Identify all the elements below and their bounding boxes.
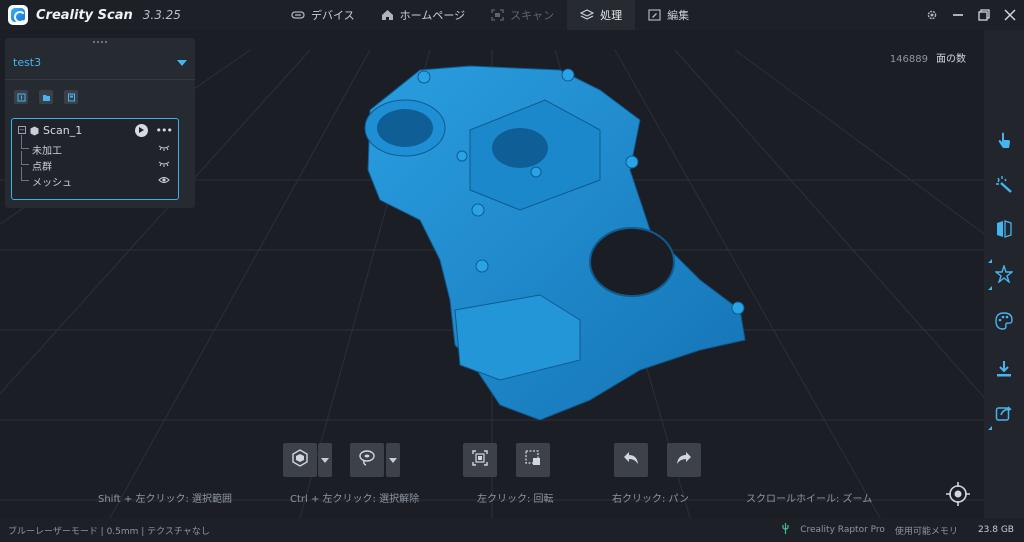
box-select-dropdown[interactable] bbox=[318, 443, 332, 477]
delete-selection-icon bbox=[523, 448, 543, 472]
brand: Creality Scan 3.3.25 bbox=[0, 5, 280, 25]
edit-icon bbox=[648, 9, 661, 21]
app-name: Creality Scan bbox=[36, 7, 133, 23]
tab-edit[interactable]: 編集 bbox=[635, 0, 702, 30]
undo-button[interactable] bbox=[614, 443, 648, 477]
scan-title: Scan_1 bbox=[43, 123, 83, 137]
scan-item-mesh[interactable]: メッシュ bbox=[12, 167, 178, 189]
hint-ctrl-click: Ctrl + 左クリック: 選択解除 bbox=[290, 494, 420, 505]
tab-scan-label: スキャン bbox=[510, 9, 555, 22]
collapse-icon[interactable]: − bbox=[18, 126, 26, 134]
memory-label: 使用可能メモリ bbox=[894, 526, 958, 537]
scan-icon bbox=[491, 9, 504, 21]
select-visible-button[interactable] bbox=[463, 443, 497, 477]
chevron-down-icon bbox=[321, 457, 329, 463]
play-icon[interactable] bbox=[134, 123, 148, 137]
tab-process[interactable]: 処理 bbox=[567, 0, 636, 30]
settings-icon[interactable] bbox=[926, 9, 938, 21]
project-selector[interactable]: test3 bbox=[5, 46, 195, 80]
main-nav: デバイス ホームページ スキャン 処理 編集 bbox=[278, 0, 702, 30]
tab-home[interactable]: ホームページ bbox=[368, 0, 478, 30]
eye-closed-icon[interactable] bbox=[158, 160, 170, 171]
restore-icon[interactable] bbox=[978, 9, 990, 21]
title-bar: Creality Scan 3.3.25 デバイス ホームページ スキャン 処理… bbox=[0, 0, 1024, 30]
device-name: Creality Raptor Pro bbox=[800, 525, 885, 535]
scan-header[interactable]: − Scan_1 ••• bbox=[12, 119, 178, 141]
scan-item-label: メッシュ bbox=[32, 177, 72, 189]
delete-selection-button[interactable] bbox=[516, 443, 550, 477]
lasso-select-dropdown[interactable] bbox=[386, 443, 400, 477]
hint-shift-click: Shift + 左クリック: 選択範囲 bbox=[98, 494, 233, 505]
star-edit-icon[interactable] bbox=[994, 264, 1014, 284]
tab-process-label: 処理 bbox=[600, 9, 623, 22]
download-icon[interactable] bbox=[994, 359, 1014, 379]
tab-device[interactable]: デバイス bbox=[278, 0, 368, 30]
status-bar: ブルーレーザーモード | 0.5mm | テクスチャなし Creality Ra… bbox=[0, 518, 1024, 542]
tab-edit-label: 編集 bbox=[667, 9, 690, 22]
box-select-button[interactable] bbox=[283, 443, 317, 477]
touch-select-icon[interactable] bbox=[994, 131, 1014, 151]
save-file-icon[interactable] bbox=[64, 90, 78, 104]
tab-home-label: ホームページ bbox=[399, 9, 466, 22]
device-connected-icon bbox=[781, 523, 790, 537]
project-name: test3 bbox=[13, 56, 42, 69]
device-icon bbox=[291, 10, 305, 20]
lasso-icon bbox=[357, 448, 377, 472]
more-options-icon[interactable]: ••• bbox=[156, 124, 173, 137]
open-folder-icon[interactable] bbox=[39, 90, 53, 104]
export-icon[interactable] bbox=[994, 403, 1014, 423]
face-count: 146889 面の数 bbox=[890, 50, 966, 65]
memory-value: 23.8 GB bbox=[977, 525, 1014, 535]
scan-tree[interactable]: − Scan_1 ••• 未加工 点群 メッシュ bbox=[11, 118, 179, 200]
cube-select-icon bbox=[290, 448, 310, 472]
home-icon bbox=[381, 9, 394, 21]
app-logo-icon bbox=[8, 5, 28, 25]
eye-icon[interactable] bbox=[158, 176, 170, 187]
tab-scan[interactable]: スキャン bbox=[478, 0, 567, 30]
hint-right-click: 右クリック: パン bbox=[612, 494, 690, 505]
scan-item-label: 点群 bbox=[32, 161, 52, 173]
eye-closed-icon[interactable] bbox=[158, 144, 170, 155]
right-toolbar bbox=[984, 30, 1024, 518]
project-tools bbox=[5, 80, 195, 104]
hint-left-click: 左クリック: 回転 bbox=[477, 494, 554, 505]
new-project-icon[interactable] bbox=[14, 90, 28, 104]
redo-button[interactable] bbox=[667, 443, 701, 477]
scan-item-label: 未加工 bbox=[32, 145, 62, 157]
scan-cube-icon bbox=[30, 121, 39, 140]
recenter-view-icon[interactable] bbox=[944, 480, 972, 512]
app-version: 3.3.25 bbox=[142, 8, 181, 22]
mirror-icon[interactable] bbox=[994, 219, 1014, 239]
chevron-down-icon bbox=[389, 457, 397, 463]
close-icon[interactable] bbox=[1004, 9, 1016, 21]
palette-icon[interactable] bbox=[994, 311, 1014, 331]
hint-scroll: スクロールホイール: ズーム bbox=[746, 494, 873, 505]
panel-drag-handle[interactable] bbox=[5, 38, 195, 46]
project-panel: test3 − Scan_1 ••• 未加工 点群 メッシュ bbox=[5, 38, 195, 208]
process-icon bbox=[580, 9, 595, 21]
status-right: Creality Raptor Pro 使用可能メモリ 23.8 GB bbox=[781, 523, 1024, 537]
scan-item-pointcloud[interactable]: 点群 bbox=[12, 151, 178, 173]
chevron-down-icon bbox=[177, 59, 187, 66]
minimize-icon[interactable] bbox=[952, 9, 964, 21]
magic-wand-icon[interactable] bbox=[994, 174, 1014, 194]
face-count-value: 146889 bbox=[889, 54, 928, 65]
select-visible-icon bbox=[470, 448, 490, 472]
redo-icon bbox=[674, 448, 694, 472]
scan-item-raw[interactable]: 未加工 bbox=[12, 135, 178, 157]
undo-icon bbox=[621, 448, 641, 472]
lasso-select-button[interactable] bbox=[350, 443, 384, 477]
scan-mode-status: ブルーレーザーモード | 0.5mm | テクスチャなし bbox=[8, 526, 210, 537]
face-count-label: 面の数 bbox=[936, 54, 966, 65]
tab-device-label: デバイス bbox=[311, 9, 355, 22]
window-controls bbox=[926, 0, 1016, 30]
